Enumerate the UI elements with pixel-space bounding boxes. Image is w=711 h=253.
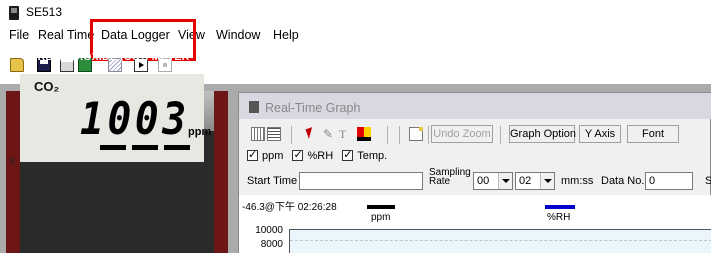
toolbar-separator [399,126,400,144]
sampling-rate-label: Sampling Rate [429,167,471,187]
sampling-minutes-select[interactable]: 00 [473,172,513,190]
graph-area[interactable]: -46.3@下午 02:26:28 ppm %RH 10000 8000 [239,195,711,253]
legend-line-ppm [367,205,395,209]
y-tick-label: 8000 [260,239,283,250]
pen-icon[interactable]: ✎ [323,127,337,141]
checkbox-temp[interactable]: Temp. [342,148,387,162]
start-time-field[interactable] [299,172,423,190]
app-title: SE513 [26,5,63,19]
y-axis-button[interactable]: Y Axis [579,125,621,143]
checkbox-box[interactable] [342,148,354,161]
toolbar-separator [428,126,429,144]
toolbar-separator [387,126,388,144]
graph-window-titlebar: Real-Time Graph [239,93,711,119]
font-button[interactable]: Font [627,125,679,143]
lcd-unit: ppm [188,126,212,138]
pointer-icon[interactable] [305,127,319,141]
checkbox-box[interactable] [292,148,304,161]
real-time-graph-window: Real-Time Graph ✎ T Undo Zoom Graph Opti… [238,92,711,253]
y-tick-label: 10000 [255,225,283,236]
series-checkboxes: ppm %RH Temp. [247,148,393,166]
data-no-label: Data No. [601,175,645,187]
graph-timestamp: -46.3@下午 02:26:28 [242,202,337,213]
lcd-value: 1003 [80,94,190,145]
legend-label-ppm: ppm [371,212,391,223]
checkbox-box[interactable] [247,148,258,161]
toolbar-separator [291,126,292,144]
toolbar-separator [500,126,501,144]
grid-icon[interactable] [251,127,265,141]
sampling-seconds-select[interactable]: 02 [515,172,555,190]
color-icon[interactable] [357,127,371,141]
graph-option-button[interactable]: Graph Option [509,125,576,143]
grid-lines-icon[interactable] [267,127,281,141]
legend-line-rh [545,205,575,209]
lcd-co2-label: CO₂ [34,79,60,94]
menu-help[interactable]: Help [273,28,299,42]
meter-side-mark: K [10,156,17,166]
menu-window[interactable]: Window [216,28,260,42]
new-document-icon[interactable] [409,127,423,141]
menu-real-time[interactable]: Real Time [38,28,94,42]
menu-file[interactable]: File [9,28,29,42]
graph-window-icon [249,101,259,113]
checkbox-rh[interactable]: %RH [292,148,333,162]
text-icon[interactable]: T [339,127,353,141]
graph-window-title: Real-Time Graph [265,101,361,115]
plot-area[interactable] [289,229,711,253]
sampling-unit-label: mm:ss [561,175,594,187]
lcd-second-row [100,142,200,154]
graph-toolbar: ✎ T Undo Zoom Graph Option Y Axis Font [239,123,711,147]
undo-zoom-button[interactable]: Undo Zoom [431,125,493,143]
cut-off-label: S [705,175,711,187]
chevron-down-icon[interactable] [540,173,554,189]
data-no-field[interactable]: 0 [645,172,693,190]
app-icon [9,6,19,20]
sampling-row: Start Time Sampling Rate 00 02 mm:ss Data… [239,167,711,193]
chevron-down-icon[interactable] [498,173,512,189]
legend-label-rh: %RH [547,212,571,223]
start-time-label: Start Time [247,175,298,187]
checkbox-ppm[interactable]: ppm [247,148,283,162]
meter-label: CARBON DIOXIDE (CO₂) METER [22,51,190,63]
